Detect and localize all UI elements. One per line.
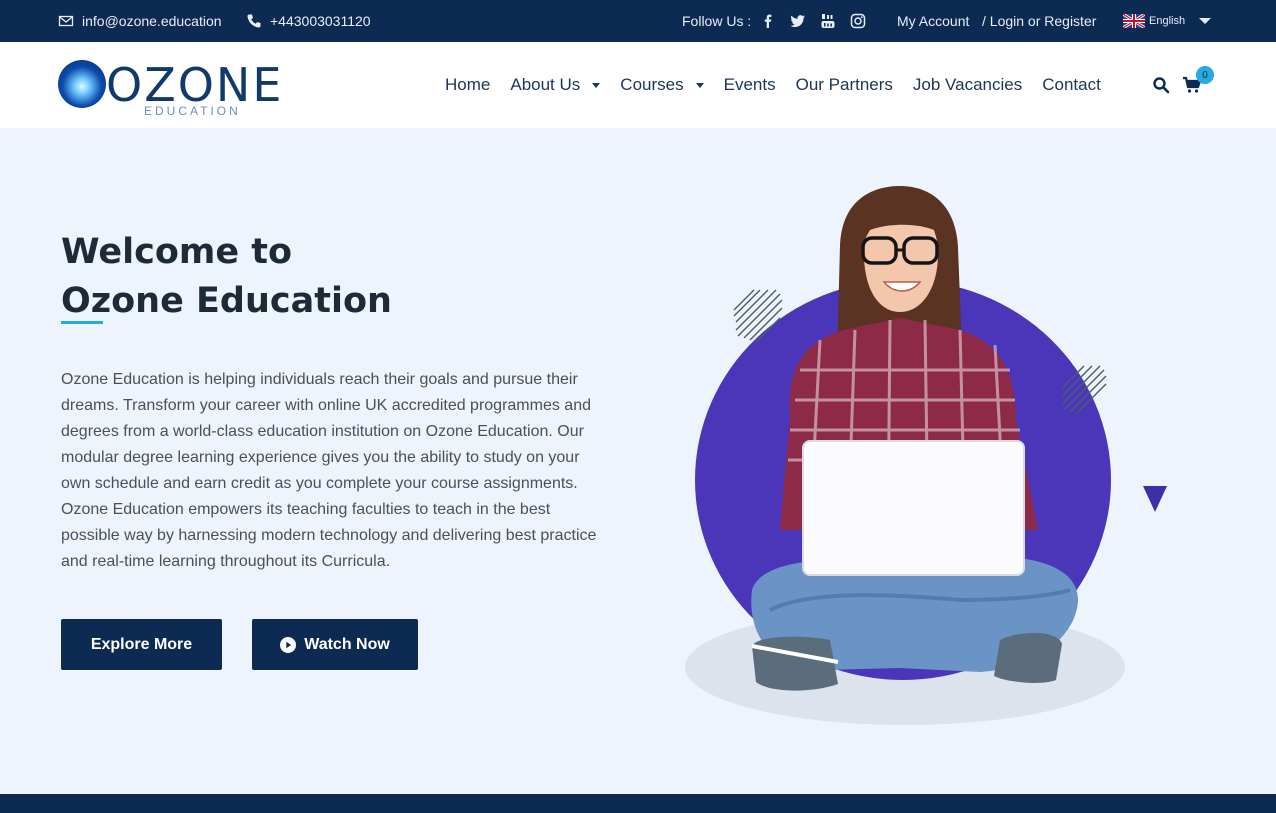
site-logo[interactable]: OZONE EDUCATION: [58, 56, 281, 118]
logo-globe-icon: [58, 60, 106, 108]
nav-our-partners[interactable]: Our Partners: [796, 75, 893, 95]
hero-paragraph: Ozone Education is helping individuals r…: [61, 371, 597, 570]
youtube-icon[interactable]: [820, 13, 836, 29]
mail-icon: [58, 15, 74, 27]
contact-phone[interactable]: +443003031120: [246, 0, 371, 42]
nav-job-vacancies[interactable]: Job Vacancies: [913, 75, 1022, 95]
search-icon[interactable]: [1152, 76, 1170, 94]
nav-home-label: Home: [445, 75, 491, 94]
watch-now-label: Watch Now: [304, 635, 390, 653]
hero-title-line-1: Welcome to: [61, 232, 293, 272]
triangle-shape: [1143, 486, 1167, 512]
my-account-link[interactable]: My Account: [897, 0, 969, 42]
laptop: [802, 440, 1025, 576]
nav-courses-label: Courses: [620, 75, 684, 94]
login-register-link[interactable]: / Login or Register: [982, 0, 1096, 42]
contact-email[interactable]: info@ozone.education: [58, 0, 222, 42]
email-text: info@ozone.education: [82, 13, 222, 29]
instagram-icon[interactable]: [850, 13, 866, 29]
uk-flag-icon: [1123, 14, 1145, 28]
social-links: [760, 0, 866, 42]
twitter-icon[interactable]: [790, 13, 806, 29]
hero-illustration: [685, 186, 1167, 725]
phone-text: +443003031120: [270, 13, 371, 29]
main-nav: Home About Us Courses Events Our Partner…: [445, 42, 1121, 128]
nav-contact-label: Contact: [1042, 75, 1101, 94]
nav-events-label: Events: [723, 75, 776, 94]
hero-title-line-2: Ozone Education: [61, 281, 392, 321]
nav-job-vacancies-label: Job Vacancies: [912, 75, 1023, 94]
explore-more-label: Explore More: [90, 635, 193, 653]
facebook-icon[interactable]: [760, 13, 776, 29]
explore-more-button[interactable]: Explore More: [61, 619, 222, 670]
nav-courses[interactable]: Courses: [620, 75, 704, 95]
language-selector[interactable]: English: [1123, 0, 1212, 42]
phone-icon: [247, 14, 261, 28]
nav-about-us-label: About Us: [510, 75, 581, 94]
logo-subtitle: EDUCATION: [144, 104, 241, 118]
play-icon: [280, 636, 297, 653]
title-underline: [61, 321, 103, 324]
watch-now-button[interactable]: Watch Now: [252, 619, 418, 670]
nav-our-partners-label: Our Partners: [795, 75, 893, 94]
top-bar: info@ozone.education +443003031120 Follo…: [0, 0, 1276, 42]
language-label: English: [1149, 15, 1186, 27]
nav-contact[interactable]: Contact: [1042, 75, 1101, 95]
caret-down-icon: [695, 82, 704, 88]
cart-count-badge: 0: [1196, 66, 1214, 84]
chevron-down-icon: [1199, 18, 1212, 24]
nav-about-us[interactable]: About Us: [510, 75, 601, 95]
hero-title: Welcome to Ozone Education: [61, 228, 392, 326]
nav-home[interactable]: Home: [445, 75, 490, 95]
footer-strip: [0, 794, 1276, 813]
caret-down-icon: [592, 82, 601, 88]
nav-events[interactable]: Events: [724, 75, 776, 95]
main-header: OZONE EDUCATION Home About Us Courses Ev…: [0, 42, 1276, 128]
follow-label: Follow Us :: [682, 13, 752, 29]
